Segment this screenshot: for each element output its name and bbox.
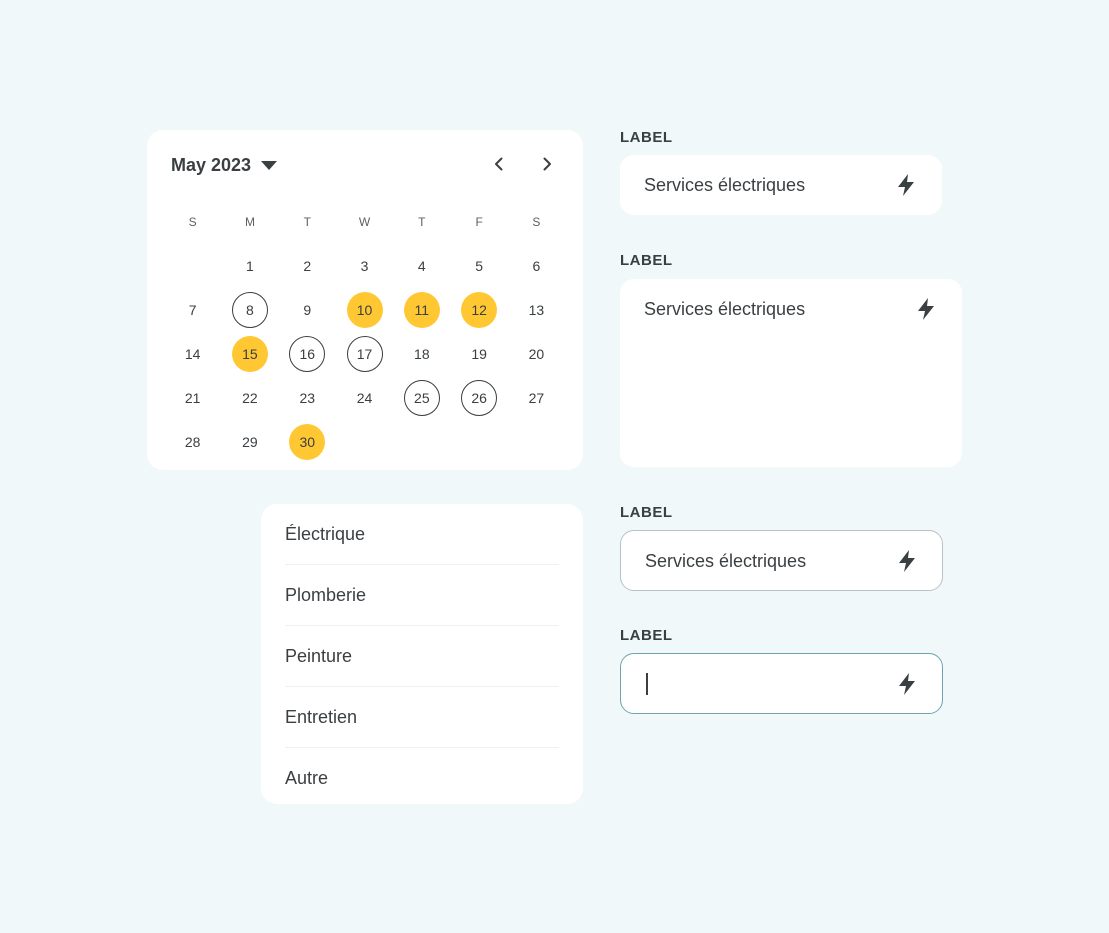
month-selector[interactable]: May 2023 [171, 155, 278, 176]
calendar-day-18[interactable]: 18 [404, 336, 440, 372]
calendar-day-14[interactable]: 14 [175, 336, 211, 372]
calendar-day-3[interactable]: 3 [347, 248, 383, 284]
calendar-day-23[interactable]: 23 [289, 380, 325, 416]
calendar-day-30[interactable]: 30 [289, 424, 326, 460]
list-item-plomberie[interactable]: Plomberie [285, 565, 559, 626]
lightning-icon [918, 298, 934, 320]
calendar-empty-cell [404, 424, 440, 460]
field-value: Services électriques [644, 299, 806, 319]
weekday-label: S [532, 215, 541, 229]
calendar-day-19[interactable]: 19 [461, 336, 497, 372]
weekday-header-row: S M T W T F S [164, 200, 570, 244]
lightning-icon [898, 174, 914, 196]
service-text-field-focused[interactable] [620, 653, 943, 714]
field-value: Services électriques [644, 175, 806, 195]
calendar-day-11[interactable]: 11 [403, 292, 440, 328]
calendar-day-22[interactable]: 22 [232, 380, 268, 416]
calendar-empty-cell [347, 424, 383, 460]
field-label: LABEL [620, 504, 673, 521]
calendar-day-7[interactable]: 7 [175, 292, 211, 328]
category-options-list: Électrique Plomberie Peinture Entretien … [261, 504, 583, 804]
calendar-day-16[interactable]: 16 [289, 336, 326, 372]
calendar-day-24[interactable]: 24 [347, 380, 383, 416]
date-picker-calendar: May 2023 S M T W T F S 1 2 3 4 5 6 7 8 9 10 11 12 13… [147, 130, 583, 470]
calendar-day-15[interactable]: 15 [231, 336, 268, 372]
next-month-button[interactable] [535, 152, 559, 176]
calendar-day-12[interactable]: 12 [461, 292, 498, 328]
calendar-day-13[interactable]: 13 [518, 292, 554, 328]
field-value: Services électriques [645, 551, 807, 571]
lightning-icon [899, 673, 915, 695]
calendar-day-6[interactable]: 6 [518, 248, 554, 284]
calendar-day-26[interactable]: 26 [461, 380, 498, 416]
weekday-label: T [418, 215, 426, 229]
month-label: May 2023 [171, 155, 252, 175]
calendar-day-2[interactable]: 2 [289, 248, 325, 284]
weekday-label: M [244, 215, 255, 229]
calendar-day-10[interactable]: 10 [346, 292, 383, 328]
caret-down-icon [261, 161, 278, 170]
calendar-day-28[interactable]: 28 [175, 424, 211, 460]
calendar-week-row: 123456 [164, 244, 570, 288]
calendar-empty-cell [461, 424, 497, 460]
calendar-week-row: 7 8 9 10 11 12 13 [164, 288, 570, 332]
calendar-week-row: 14 15 16 17 18 19 20 [164, 332, 570, 376]
chevron-left-icon [495, 157, 503, 171]
field-label: LABEL [620, 252, 673, 269]
calendar-day-20[interactable]: 20 [518, 336, 554, 372]
calendar-grid: S M T W T F S 1 2 3 4 5 6 7 8 9 10 11 12 13 14 15 16 17 1… [164, 200, 570, 464]
weekday-label: F [475, 215, 483, 229]
calendar-day-8[interactable]: 8 [231, 292, 268, 328]
text-cursor [646, 673, 648, 695]
calendar-week-row: 21 22 23 24 25 26 27 [164, 376, 570, 420]
previous-month-button[interactable] [487, 152, 511, 176]
weekday-label: W [358, 215, 371, 229]
calendar-day-21[interactable]: 21 [175, 380, 211, 416]
list-item-autre[interactable]: Autre [285, 748, 559, 804]
calendar-day-29[interactable]: 29 [232, 424, 268, 460]
calendar-day-25[interactable]: 25 [403, 380, 440, 416]
service-text-field[interactable]: Services électriques [620, 155, 942, 215]
weekday-label: S [188, 215, 197, 229]
weekday-label: T [303, 215, 311, 229]
calendar-day-1[interactable]: 1 [232, 248, 268, 284]
list-item-peinture[interactable]: Peinture [285, 626, 559, 687]
calendar-day-4[interactable]: 4 [404, 248, 440, 284]
chevron-right-icon [543, 157, 551, 171]
calendar-day-9[interactable]: 9 [289, 292, 325, 328]
field-label: LABEL [620, 129, 673, 146]
calendar-day-5[interactable]: 5 [461, 248, 497, 284]
list-item-entretien[interactable]: Entretien [285, 687, 559, 748]
field-label: LABEL [620, 627, 673, 644]
lightning-icon [899, 550, 915, 572]
service-text-field-outlined[interactable]: Services électriques [620, 530, 943, 591]
calendar-week-row: 28 29 30 [164, 420, 570, 464]
service-textarea[interactable]: Services électriques [620, 279, 962, 467]
calendar-empty-cell [175, 248, 211, 284]
calendar-day-27[interactable]: 27 [518, 380, 554, 416]
calendar-empty-cell [518, 424, 554, 460]
list-item-electrique[interactable]: Électrique [285, 504, 559, 565]
calendar-day-17[interactable]: 17 [346, 336, 383, 372]
